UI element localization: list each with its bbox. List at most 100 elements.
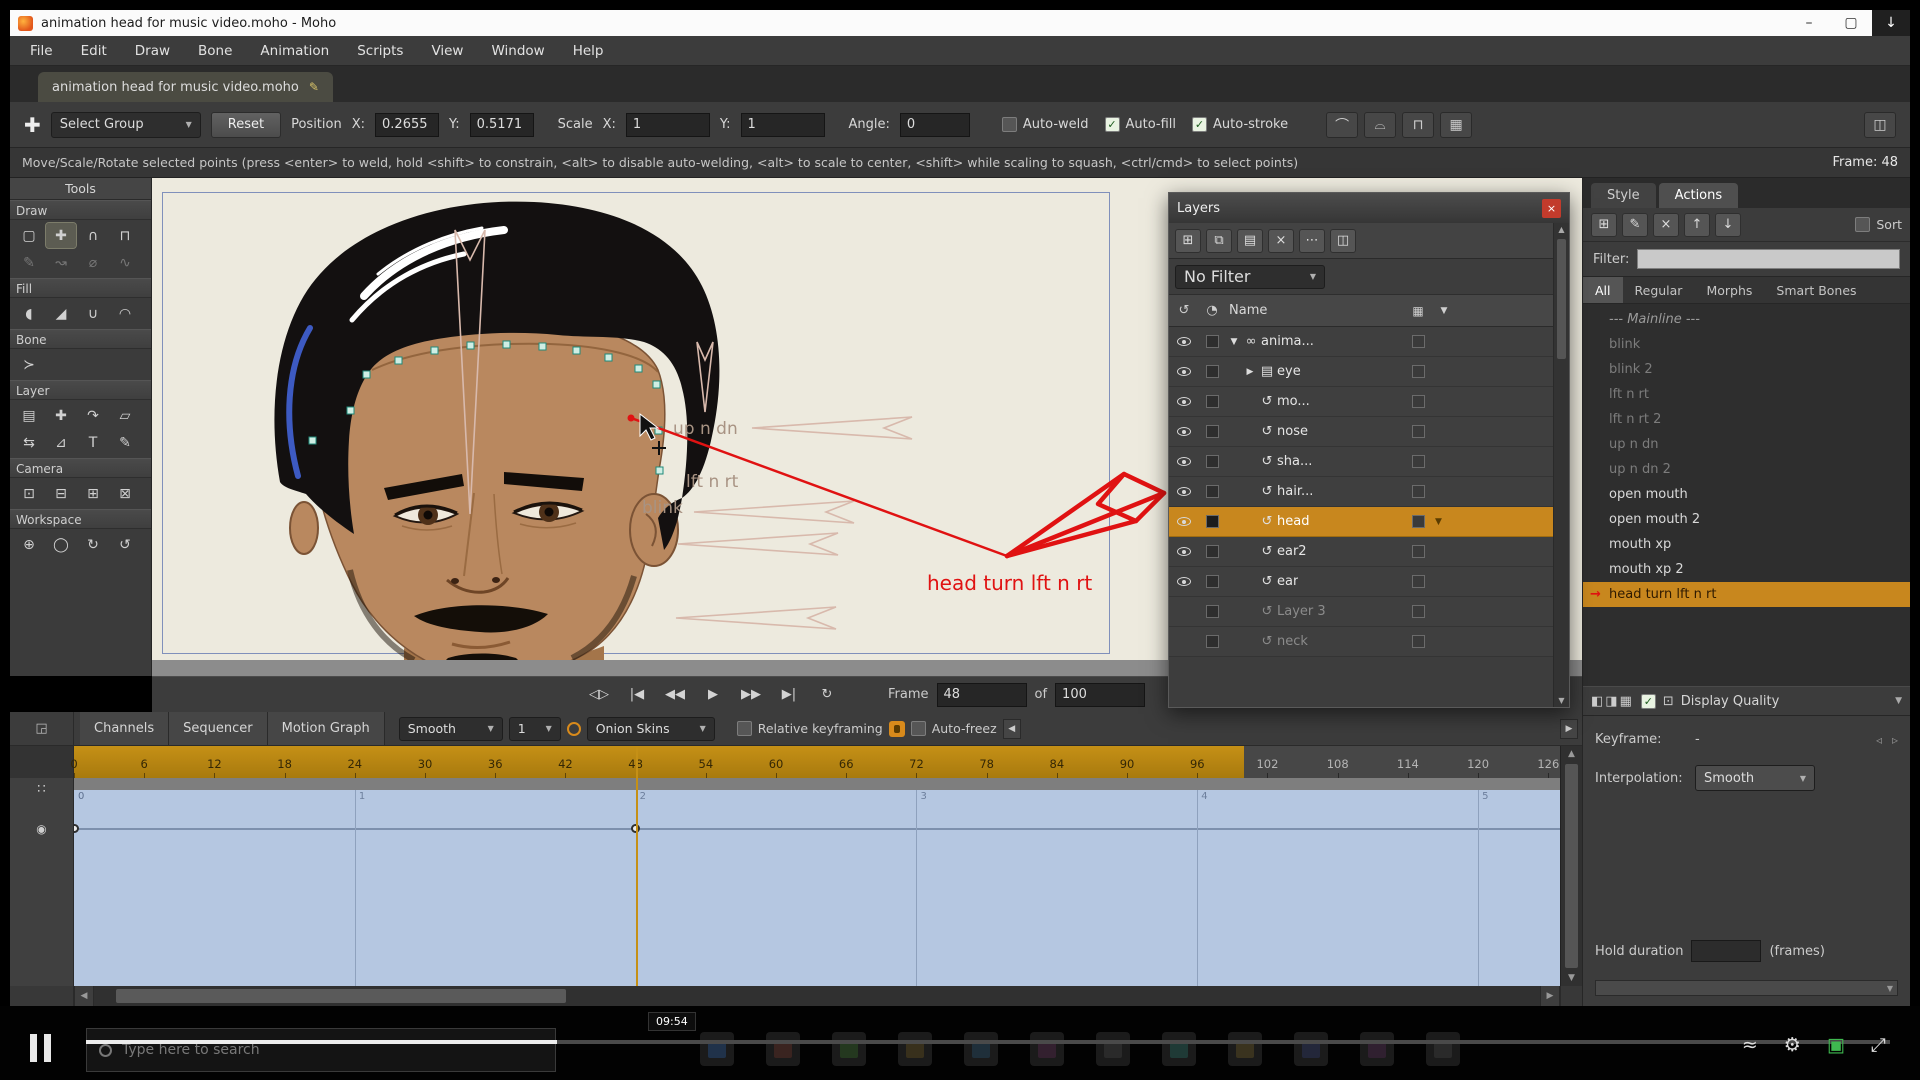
freehand-tool[interactable]: ✎	[14, 250, 44, 275]
action-item-up-n-dn[interactable]: up n dn	[1583, 432, 1910, 457]
curvature-tool[interactable]: ◠	[110, 301, 140, 326]
menu-file[interactable]: File	[16, 36, 67, 65]
keyframe-dot-frame-0[interactable]	[74, 824, 79, 833]
timeline-tracks[interactable]: ∷ ◉ 0 12345	[10, 778, 1582, 986]
next-keyframe-icon[interactable]: ▹	[1892, 733, 1898, 747]
rename-action-button[interactable]: ✎	[1622, 212, 1648, 237]
layers-panel-titlebar[interactable]: Layers ×	[1169, 193, 1569, 223]
action-item-mouth-xp-2[interactable]: mouth xp 2	[1583, 557, 1910, 582]
next-frame-button[interactable]: ▶▶	[734, 683, 768, 707]
action-item-open-mouth[interactable]: open mouth	[1583, 482, 1910, 507]
chevron-down-icon[interactable]: ▼	[1431, 306, 1457, 316]
layer-comps-button[interactable]: ◫	[1330, 228, 1356, 253]
layer-select-checkbox[interactable]	[1205, 575, 1219, 588]
scroll-down-icon[interactable]: ▼	[1554, 696, 1569, 705]
layer-row-hair[interactable]: ↺ hair...	[1169, 477, 1553, 507]
layer-color-swatch[interactable]	[1412, 365, 1425, 378]
onion-skins-dropdown[interactable]: Onion Skins	[586, 716, 715, 741]
layer-color-swatch[interactable]	[1412, 335, 1425, 348]
layer-row-mo[interactable]: ↺ mo...	[1169, 387, 1553, 417]
layer-color-swatch[interactable]	[1412, 575, 1425, 588]
layers-scrollbar[interactable]: ▲ ▼	[1553, 223, 1569, 707]
taskbar-app-icon[interactable]	[832, 1032, 866, 1066]
new-action-button[interactable]: ⊞	[1591, 212, 1617, 237]
grid-snap-button[interactable]: ▦	[1440, 111, 1473, 138]
menu-bone[interactable]: Bone	[184, 36, 246, 65]
action-item-lft-n-rt[interactable]: lft n rt	[1583, 382, 1910, 407]
taskbar-app-icon[interactable]	[898, 1032, 932, 1066]
menu-help[interactable]: Help	[559, 36, 618, 65]
action-item-open-mouth-2[interactable]: open mouth 2	[1583, 507, 1910, 532]
cycle-button[interactable]: ◁▷	[582, 683, 616, 707]
layer-select-checkbox[interactable]	[1205, 485, 1219, 498]
taskbar-app-icon[interactable]	[1228, 1032, 1262, 1066]
select-shape-tool[interactable]: ◖	[14, 301, 44, 326]
interpolation-dropdown[interactable]: Smooth	[1695, 765, 1815, 791]
action-up-button[interactable]: ↑	[1684, 212, 1710, 237]
position-x-field[interactable]	[375, 112, 440, 137]
auto-freeze-checkbox[interactable]	[910, 721, 926, 736]
quality-full-icon[interactable]: ▦	[1620, 694, 1632, 709]
layer-row-head[interactable]: ↺ head ▼	[1169, 507, 1553, 537]
tab-actions[interactable]: Actions	[1658, 183, 1739, 208]
weld-arc-button[interactable]: ⌒	[1326, 111, 1359, 138]
layer-select-checkbox[interactable]	[1205, 365, 1219, 378]
current-frame-field[interactable]	[936, 682, 1027, 707]
visibility-toggle[interactable]	[1169, 457, 1199, 466]
quality-split-icon[interactable]: ◨	[1605, 694, 1617, 709]
layer-select-checkbox[interactable]	[1205, 425, 1219, 438]
last-frame-button[interactable]: ▶|	[772, 683, 806, 707]
new-layer-button[interactable]: ⊞	[1175, 228, 1201, 253]
timeline-vertical-scrollbar[interactable]: ▲ ▼	[1560, 746, 1582, 986]
layer-row-sha[interactable]: ↺ sha...	[1169, 447, 1553, 477]
select-group-dropdown[interactable]: Select Group	[50, 111, 201, 138]
taskbar-app-icon[interactable]	[964, 1032, 998, 1066]
layer-row-neck[interactable]: ↺ neck	[1169, 627, 1553, 657]
timeline-horizontal-scrollbar[interactable]: ◀ ▶	[10, 986, 1582, 1006]
layer-scale-tool[interactable]: ⊿	[46, 430, 76, 455]
taskbar-app-icon[interactable]	[1162, 1032, 1196, 1066]
peak-smooth-button[interactable]: ⌓	[1364, 111, 1397, 138]
action-down-button[interactable]: ↓	[1715, 212, 1741, 237]
noise-tool[interactable]: ∿	[110, 250, 140, 275]
subtab-all[interactable]: All	[1583, 277, 1623, 303]
layer-select-checkbox[interactable]	[1205, 605, 1219, 618]
timeline-tab-channels[interactable]: Channels	[80, 712, 170, 745]
line-width-tool[interactable]: ∪	[78, 301, 108, 326]
layer-filter-dropdown[interactable]: No Filter	[1175, 264, 1325, 289]
onion-skin-toggle-icon[interactable]	[566, 721, 581, 736]
scroll-up-icon[interactable]: ▲	[1554, 225, 1569, 234]
position-y-field[interactable]	[469, 112, 534, 137]
taskbar-app-icon[interactable]	[1096, 1032, 1130, 1066]
menu-view[interactable]: View	[417, 36, 477, 65]
magnet-width-tool[interactable]: ⊓	[110, 223, 140, 248]
minimize-button[interactable]: –	[1788, 10, 1830, 36]
visibility-toggle[interactable]	[1169, 577, 1199, 586]
actions-filter-input[interactable]	[1637, 249, 1900, 269]
select-points-tool[interactable]: ▢	[14, 223, 44, 248]
taskbar-app-icon[interactable]	[700, 1032, 734, 1066]
hold-duration-field[interactable]	[1691, 940, 1762, 962]
layer-color-swatch[interactable]	[1412, 485, 1425, 498]
visibility-toggle[interactable]	[1169, 397, 1199, 406]
menu-scripts[interactable]: Scripts	[343, 36, 417, 65]
create-shape-tool[interactable]: ◢	[46, 301, 76, 326]
interpolation-mode-dropdown[interactable]: Smooth	[398, 716, 503, 741]
scroll-right-icon[interactable]: ▶	[1560, 718, 1578, 739]
keyframe-track[interactable]: 0 12345	[74, 790, 1560, 986]
visibility-toggle[interactable]	[1169, 427, 1199, 436]
cast-icon[interactable]: ▣	[1827, 1034, 1845, 1056]
layer-select-checkbox[interactable]	[1205, 515, 1219, 528]
text-tool[interactable]: T	[78, 430, 108, 455]
auto-fill-checkbox[interactable]: ✓	[1104, 117, 1120, 132]
quality-wireframe-icon[interactable]: ◧	[1591, 694, 1603, 709]
layer-row-ear2[interactable]: ↺ ear2	[1169, 537, 1553, 567]
menu-window[interactable]: Window	[477, 36, 558, 65]
taskbar-app-icon[interactable]	[1294, 1032, 1328, 1066]
layer-select-checkbox[interactable]	[1205, 545, 1219, 558]
auto-stroke-checkbox[interactable]: ✓	[1192, 117, 1208, 132]
zoom-tool[interactable]: ◯	[46, 532, 76, 557]
menu-animation[interactable]: Animation	[246, 36, 343, 65]
action-item-blink-2[interactable]: blink 2	[1583, 357, 1910, 382]
layer-rotate-tool[interactable]: ↷	[78, 403, 108, 428]
